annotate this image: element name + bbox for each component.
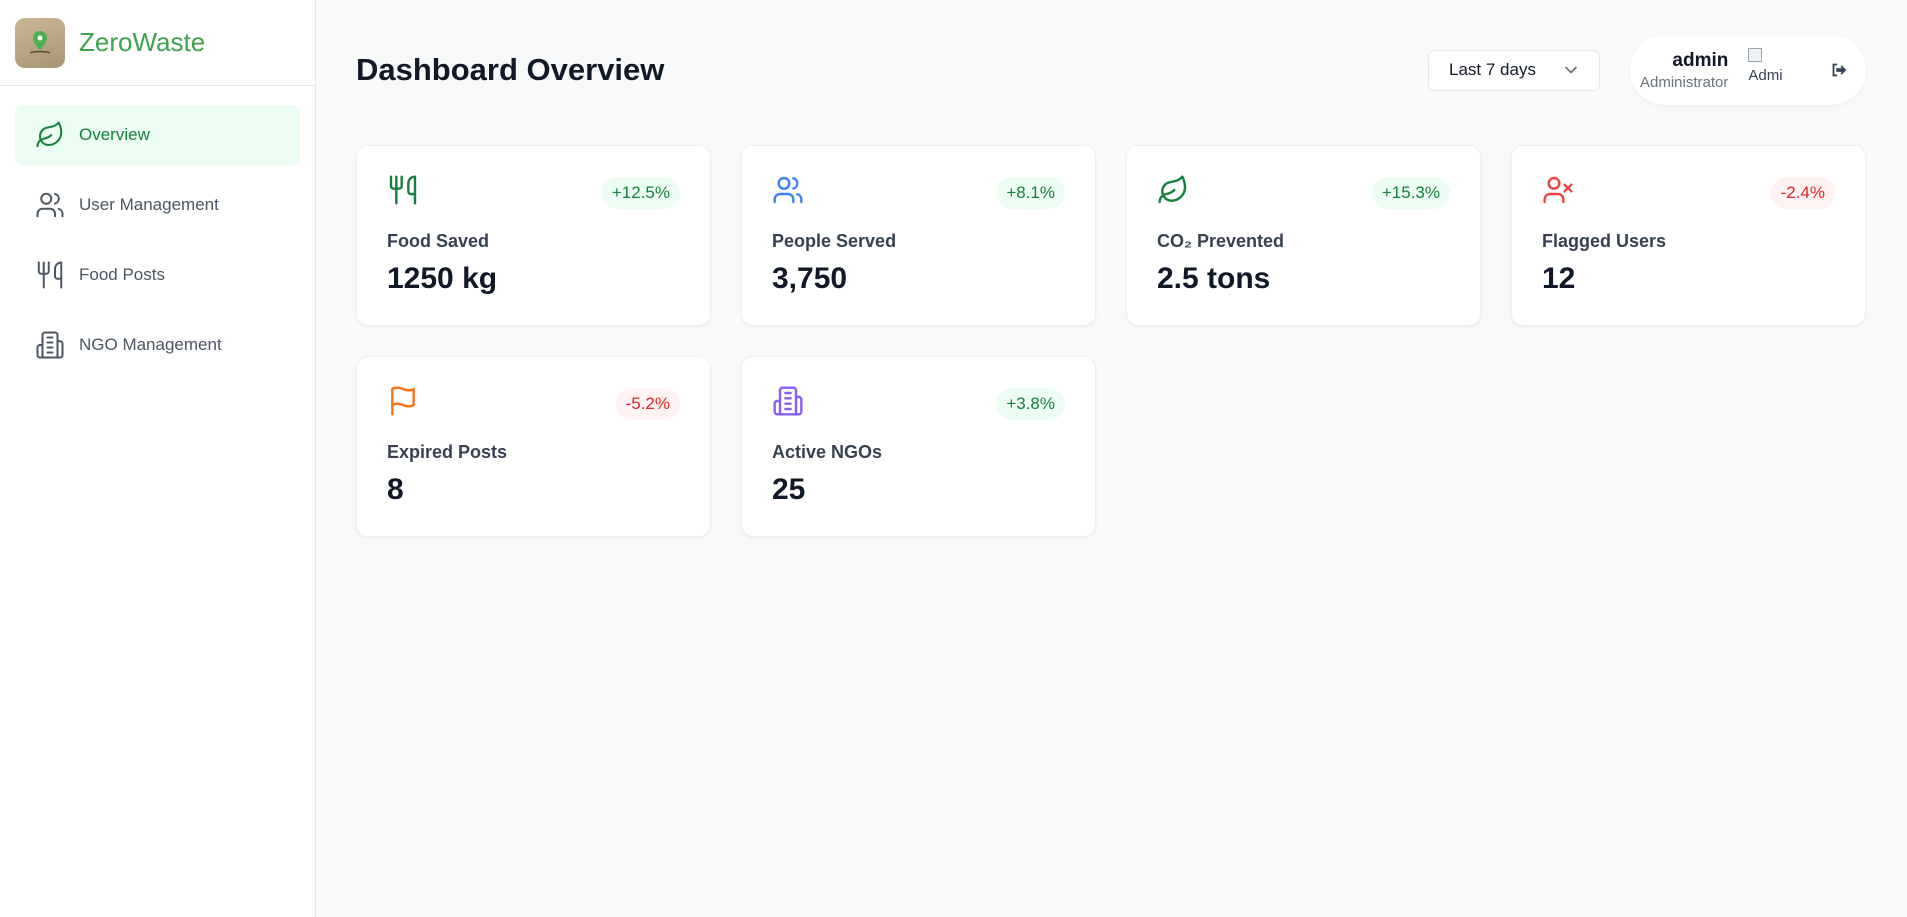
avatar-alt-text: Admi [1748,67,1783,84]
stat-value: 1250 kg [387,262,498,295]
stat-label: Active NGOs [772,442,883,462]
sidebar-item-label: Food Posts [79,265,165,284]
main-content: Dashboard Overview Last 7 days admin Adm… [316,0,1907,917]
utensils-icon [37,261,63,289]
stat-label: Flagged Users [1542,231,1667,251]
user-name: admin [1672,49,1729,71]
leaf-icon [1158,175,1187,204]
sidebar-item-food-posts[interactable]: Food Posts [15,245,300,305]
stat-value: 8 [387,473,404,506]
sidebar-item-label: User Management [79,195,219,214]
header-actions: Last 7 days admin Administrator Admi [1428,35,1866,105]
sidebar-item-ngo-management[interactable]: NGO Management [15,315,300,375]
user-role: Administrator [1640,73,1729,91]
stat-label: Expired Posts [387,442,508,462]
logout-icon[interactable] [1828,59,1850,81]
stat-value: 12 [1542,262,1576,295]
date-range-value: Last 7 days [1449,60,1536,79]
building-icon [773,386,803,416]
leaf-icon [36,121,63,148]
brand-name: ZeroWaste [79,27,206,57]
stat-card-people-served[interactable]: +8.1% People Served 3,750 [741,145,1096,326]
sidebar-item-label: Overview [79,125,150,144]
sidebar-nav: Overview User Management Food Posts NGO … [0,86,315,404]
broken-image-icon [1748,48,1763,62]
brand[interactable]: ZeroWaste [0,0,315,86]
sidebar-item-overview[interactable]: Overview [15,105,300,165]
change-badge: +3.8% [996,388,1065,420]
stat-value: 3,750 [772,262,848,295]
stat-card-co2-prevented[interactable]: +15.3% CO₂ Prevented 2.5 tons [1126,145,1481,326]
chevron-down-icon [1565,66,1577,74]
change-badge: +12.5% [601,177,680,209]
stat-card-food-saved[interactable]: +12.5% Food Saved 1250 kg [356,145,711,326]
change-badge: -5.2% [615,388,680,420]
users-icon [773,176,803,204]
user-info: admin Administrator [1640,50,1728,91]
stat-label: CO₂ Prevented [1157,231,1285,251]
stat-card-active-ngos[interactable]: +3.8% Active NGOs 25 [741,356,1096,537]
stat-card-expired-posts[interactable]: -5.2% Expired Posts 8 [356,356,711,537]
flag-icon [391,386,415,416]
sidebar: ZeroWaste Overview User Management Food … [0,0,316,917]
avatar[interactable]: Admi [1748,48,1792,92]
user-x-icon [1543,176,1573,204]
utensils-icon [389,175,417,205]
page-header: Dashboard Overview Last 7 days admin Adm… [356,35,1866,105]
building-icon [36,331,64,359]
date-range-select[interactable]: Last 7 days [1428,49,1600,91]
stat-label: People Served [772,231,897,251]
stat-value: 2.5 tons [1157,262,1271,295]
stat-label: Food Saved [387,231,490,251]
change-badge: +8.1% [996,177,1065,209]
sidebar-item-label: NGO Management [79,335,222,354]
users-icon [36,192,64,218]
stat-card-flagged-users[interactable]: -2.4% Flagged Users 12 [1511,145,1866,326]
user-menu[interactable]: admin Administrator Admi [1630,35,1866,105]
logo [15,17,65,68]
stat-value: 25 [772,473,806,506]
change-badge: -2.4% [1770,177,1835,209]
sidebar-item-user-management[interactable]: User Management [15,175,300,235]
map-pin-icon [29,30,51,54]
stats-grid: +12.5% Food Saved 1250 kg +8.1% People S… [356,145,1866,537]
change-badge: +15.3% [1371,177,1450,209]
page-title: Dashboard Overview [356,52,665,87]
